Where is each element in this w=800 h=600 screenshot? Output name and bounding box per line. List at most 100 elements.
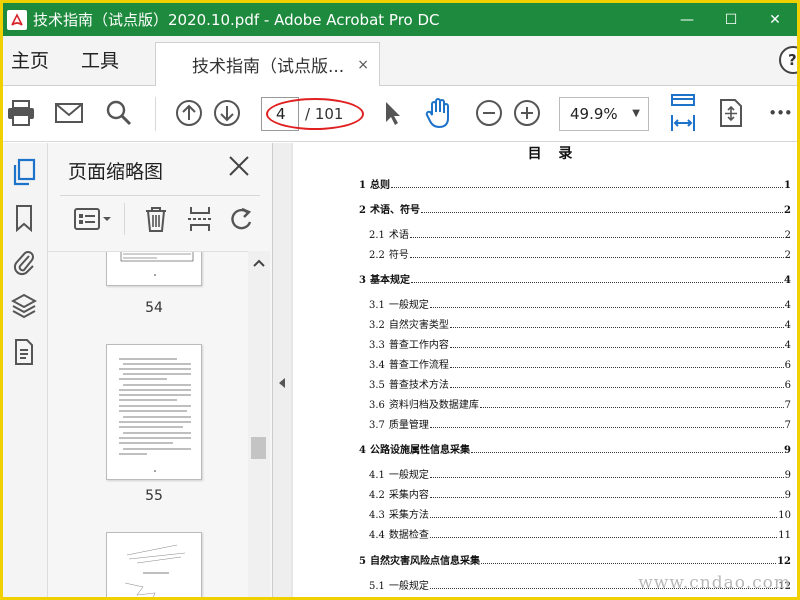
previous-page-button[interactable] bbox=[173, 97, 205, 129]
toc-entry[interactable]: 1 总则 1 bbox=[359, 175, 791, 191]
toc-entry-page: 9 bbox=[784, 445, 791, 456]
toc-entry[interactable]: 4.4 数据检查 11 bbox=[369, 525, 791, 541]
layers-button[interactable] bbox=[9, 291, 39, 321]
toc-entry[interactable]: 3.5 普查技术方法 6 bbox=[369, 375, 791, 391]
toc-entry-title: 一般规定 bbox=[388, 300, 429, 311]
fit-page-button[interactable] bbox=[715, 97, 747, 129]
toc-entry-title: 公路设施属性信息采集 bbox=[369, 445, 470, 456]
thumbnail-list: 54 55 bbox=[48, 251, 248, 597]
document-tab-label: 技术指南（试点版... bbox=[192, 57, 345, 77]
navigation-rail bbox=[3, 143, 48, 597]
toc-entry[interactable]: 4 公路设施属性信息采集 9 bbox=[359, 440, 791, 456]
thumbnail-options-button[interactable] bbox=[72, 203, 114, 235]
tab-home[interactable]: 主页 bbox=[11, 36, 49, 86]
thumbnail-page-55[interactable] bbox=[106, 344, 202, 480]
close-panel-button[interactable] bbox=[226, 153, 252, 179]
toc-entry-page: 7 bbox=[784, 400, 791, 411]
email-button[interactable] bbox=[53, 97, 85, 129]
page-thumbnails-button[interactable] bbox=[9, 157, 39, 187]
toc-entry[interactable]: 3.7 质量管理 7 bbox=[369, 415, 791, 431]
paperclip-icon bbox=[13, 251, 34, 276]
toc-entry[interactable]: 2.1 术语 2 bbox=[369, 225, 791, 241]
bookmarks-button[interactable] bbox=[9, 203, 39, 233]
toc-entry[interactable]: 4.2 采集内容 9 bbox=[369, 485, 791, 501]
toc-dot-leader bbox=[420, 212, 784, 213]
attachments-button[interactable] bbox=[9, 247, 39, 277]
toc-entry-title: 自然灾害类型 bbox=[388, 320, 449, 331]
toc-entry[interactable]: 4.1 一般规定 9 bbox=[369, 465, 791, 481]
highlight-oval-annotation bbox=[266, 98, 364, 130]
tab-tools[interactable]: 工具 bbox=[81, 36, 119, 86]
hand-tool-button[interactable] bbox=[423, 97, 455, 129]
thumbnail-label: 55 bbox=[145, 488, 163, 504]
document-page: 目 录 1 总则 1 2 术语、符号 2 2.1 术语 2 2.2 符号 2 3 基本规定 4 3.1 一般规定… bbox=[293, 143, 797, 597]
list-options-icon bbox=[74, 208, 111, 230]
fit-page-width-button[interactable] bbox=[667, 93, 699, 133]
next-page-button[interactable] bbox=[211, 97, 243, 129]
title-bar: 技术指南（试点版）2020.10.pdf - Adobe Acrobat Pro… bbox=[3, 3, 797, 36]
toc-dot-leader bbox=[449, 327, 784, 328]
content-button[interactable] bbox=[9, 337, 39, 367]
toc-entry-number: 3.3 bbox=[369, 340, 385, 351]
toc-entry-number: 2.1 bbox=[369, 230, 385, 241]
thumbnail-page-56[interactable] bbox=[106, 532, 202, 597]
toc-entry[interactable]: 4.3 采集方法 10 bbox=[369, 505, 791, 521]
toc-dot-leader bbox=[449, 387, 784, 388]
close-icon bbox=[229, 156, 249, 176]
toc-entry-page: 11 bbox=[778, 530, 791, 541]
thumbnail-scrollbar[interactable] bbox=[248, 251, 270, 597]
help-button[interactable]: ? bbox=[779, 46, 797, 74]
trash-icon bbox=[146, 207, 166, 232]
select-tool-button[interactable] bbox=[376, 97, 408, 129]
more-tools-button[interactable]: ••• bbox=[763, 97, 797, 129]
zoom-level-select[interactable]: 49.9% ▼ bbox=[559, 97, 649, 131]
toc-entry[interactable]: 3 基本规定 4 bbox=[359, 270, 791, 286]
toc-entry-number: 3.5 bbox=[369, 380, 385, 391]
zoom-out-button[interactable] bbox=[473, 97, 505, 129]
toc-entry-title: 自然灾害风险点信息采集 bbox=[369, 556, 480, 567]
toc-entry[interactable]: 5 自然灾害风险点信息采集 12 bbox=[359, 551, 791, 567]
insert-page-button[interactable] bbox=[184, 203, 216, 235]
toc-entry-title: 普查工作内容 bbox=[388, 340, 449, 351]
toc-entry-page: 9 bbox=[784, 470, 791, 481]
delete-pages-button[interactable] bbox=[140, 203, 172, 235]
search-button[interactable] bbox=[103, 97, 135, 129]
toc-entry-page: 4 bbox=[784, 300, 791, 311]
toc-entry[interactable]: 3.6 资料归档及数据建库 7 bbox=[369, 395, 791, 411]
toc-entry-number: 3.7 bbox=[369, 420, 385, 431]
toc-entry[interactable]: 3.2 自然灾害类型 4 bbox=[369, 315, 791, 331]
close-tab-button[interactable]: × bbox=[357, 57, 369, 73]
acrobat-window: 技术指南（试点版）2020.10.pdf - Adobe Acrobat Pro… bbox=[3, 3, 797, 597]
print-button[interactable] bbox=[5, 97, 37, 129]
toc-dot-leader bbox=[429, 307, 784, 308]
close-window-button[interactable]: ✕ bbox=[753, 3, 797, 36]
page-thumbnails-icon bbox=[13, 158, 36, 186]
minimize-button[interactable]: — bbox=[665, 3, 709, 36]
toc-entry-page: 12 bbox=[777, 556, 791, 567]
toc-entry[interactable]: 3.3 普查工作内容 4 bbox=[369, 335, 791, 351]
thumbnail-page-54[interactable] bbox=[106, 252, 202, 286]
toc-dot-leader bbox=[429, 427, 784, 428]
tab-document[interactable]: 技术指南（试点版... × bbox=[155, 42, 380, 86]
page-thumbnails-panel: 页面缩略图 54 55 bbox=[48, 143, 273, 597]
minus-circle-icon bbox=[476, 100, 502, 126]
printer-icon bbox=[8, 100, 34, 126]
window-title: 技术指南（试点版）2020.10.pdf - Adobe Acrobat Pro… bbox=[33, 11, 440, 29]
toc-entry[interactable]: 2 术语、符号 2 bbox=[359, 200, 791, 216]
toc-entry-page: 2 bbox=[784, 250, 791, 261]
toc-entry-title: 采集方法 bbox=[388, 510, 429, 521]
panel-collapse-handle[interactable] bbox=[273, 143, 291, 597]
toc-entry-number: 3.1 bbox=[369, 300, 385, 311]
toc-entry-number: 4.4 bbox=[369, 530, 385, 541]
toc-entry[interactable]: 2.2 符号 2 bbox=[369, 245, 791, 261]
maximize-button[interactable]: ☐ bbox=[709, 3, 753, 36]
toc-entry[interactable]: 3.4 普查工作流程 6 bbox=[369, 355, 791, 371]
rotate-page-button[interactable] bbox=[226, 203, 258, 235]
toc-dot-leader bbox=[429, 537, 778, 538]
toc-entry-title: 一般规定 bbox=[388, 470, 429, 481]
tab-bar: 主页 工具 技术指南（试点版... × ? bbox=[3, 36, 797, 86]
zoom-in-button[interactable] bbox=[511, 97, 543, 129]
toc-entry[interactable]: 3.1 一般规定 4 bbox=[369, 295, 791, 311]
toc-entry-title: 符号 bbox=[388, 250, 409, 261]
scrollbar-thumb[interactable] bbox=[251, 437, 266, 459]
